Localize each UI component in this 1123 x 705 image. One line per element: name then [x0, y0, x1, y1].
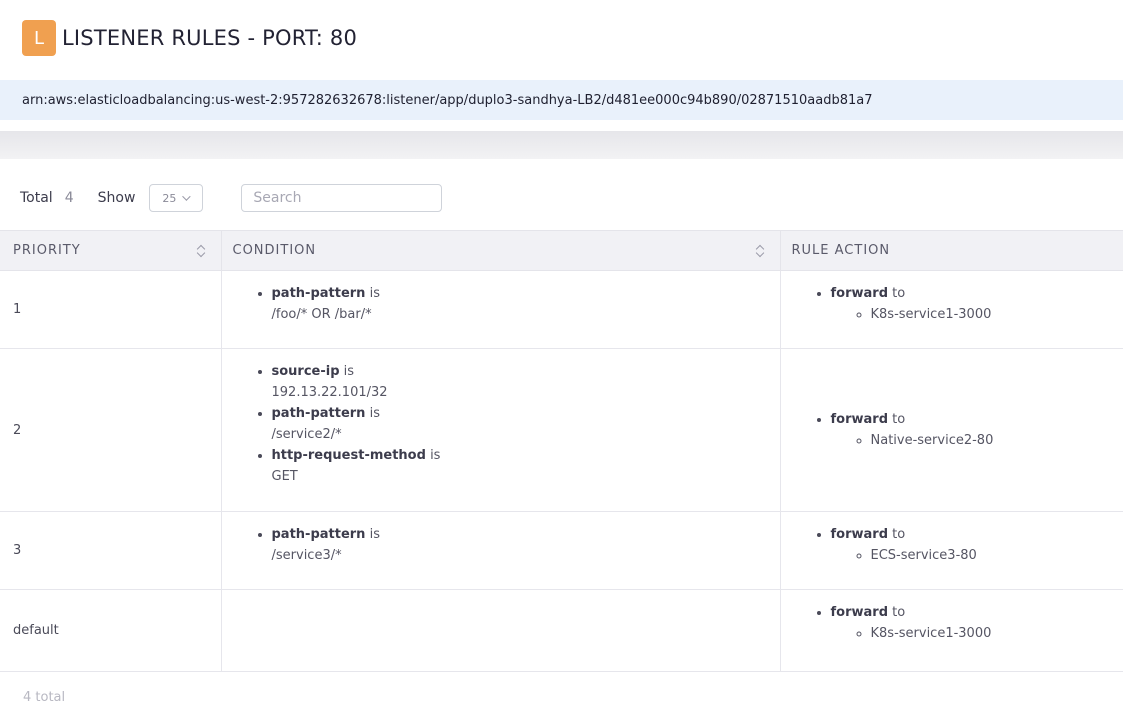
- footer-total: 4 total: [23, 690, 65, 705]
- arn-banner: arn:aws:elasticloadbalancing:us-west-2:9…: [0, 80, 1123, 120]
- condition-item: path-pattern is /foo/* OR /bar/*: [272, 283, 780, 325]
- sort-icon[interactable]: [197, 244, 205, 258]
- priority-cell: 2: [0, 349, 221, 512]
- target-list: ECS-service3-80: [831, 545, 1123, 566]
- condition-operator: is: [370, 527, 380, 542]
- action-operator: to: [892, 605, 905, 620]
- condition-field: path-pattern: [272, 406, 366, 421]
- action-item: forward to K8s-service1-3000: [831, 283, 1123, 325]
- priority-cell: default: [0, 590, 221, 672]
- condition-field: path-pattern: [272, 286, 366, 301]
- condition-item: path-pattern is /service2/*: [272, 403, 780, 445]
- condition-cell: [221, 590, 780, 672]
- action-type: forward: [831, 605, 889, 620]
- condition-list: path-pattern is /service3/*: [222, 524, 780, 566]
- priority-cell: 1: [0, 271, 221, 349]
- table-row: 1 path-pattern is /foo/* OR /bar/* forwa…: [0, 271, 1123, 349]
- condition-field: source-ip: [272, 364, 340, 379]
- condition-value: /foo/* OR /bar/*: [272, 307, 372, 322]
- action-cell: forward to K8s-service1-3000: [780, 271, 1123, 349]
- column-header-label: CONDITION: [233, 243, 317, 258]
- condition-operator: is: [344, 364, 354, 379]
- condition-field: path-pattern: [272, 527, 366, 542]
- condition-value: 192.13.22.101/32: [272, 385, 388, 400]
- page-header: L LISTENER RULES - PORT: 80: [22, 20, 357, 56]
- chevron-down-icon: [183, 192, 191, 200]
- action-operator: to: [892, 412, 905, 427]
- target-list: K8s-service1-3000: [831, 623, 1123, 644]
- action-cell: forward to ECS-service3-80: [780, 512, 1123, 590]
- column-header-condition[interactable]: CONDITION: [221, 231, 780, 271]
- action-target: ECS-service3-80: [871, 545, 1123, 566]
- condition-cell: path-pattern is /service3/*: [221, 512, 780, 590]
- section-divider: [0, 131, 1123, 159]
- show-label: Show: [98, 190, 136, 206]
- target-list: K8s-service1-3000: [831, 304, 1123, 325]
- table-row: default forward to K8s-service1-3000: [0, 590, 1123, 672]
- condition-item: path-pattern is /service3/*: [272, 524, 780, 566]
- condition-list: source-ip is 192.13.22.101/32 path-patte…: [222, 361, 780, 487]
- condition-item: http-request-method is GET: [272, 445, 780, 487]
- action-item: forward to Native-service2-80: [831, 409, 1123, 451]
- action-target: K8s-service1-3000: [871, 304, 1123, 325]
- action-target: K8s-service1-3000: [871, 623, 1123, 644]
- action-cell: forward to K8s-service1-3000: [780, 590, 1123, 672]
- action-type: forward: [831, 412, 889, 427]
- sort-icon[interactable]: [756, 244, 764, 258]
- action-list: forward to K8s-service1-3000: [781, 283, 1123, 325]
- column-header-rule-action: RULE ACTION: [780, 231, 1123, 271]
- total-label: Total: [20, 190, 53, 206]
- action-operator: to: [892, 527, 905, 542]
- column-header-label: PRIORITY: [13, 243, 81, 258]
- target-list: Native-service2-80: [831, 430, 1123, 451]
- condition-cell: source-ip is 192.13.22.101/32 path-patte…: [221, 349, 780, 512]
- condition-field: http-request-method: [272, 448, 426, 463]
- action-type: forward: [831, 527, 889, 542]
- column-header-label: RULE ACTION: [792, 243, 891, 258]
- action-cell: forward to Native-service2-80: [780, 349, 1123, 512]
- total-count: 4: [65, 190, 74, 206]
- condition-list: path-pattern is /foo/* OR /bar/*: [222, 283, 780, 325]
- action-item: forward to ECS-service3-80: [831, 524, 1123, 566]
- action-operator: to: [892, 286, 905, 301]
- listener-arn: arn:aws:elasticloadbalancing:us-west-2:9…: [22, 93, 872, 108]
- rules-table: PRIORITY CONDITION RULE ACTION 1 path-pa…: [0, 230, 1123, 672]
- page-title: LISTENER RULES - PORT: 80: [62, 26, 357, 50]
- priority-cell: 3: [0, 512, 221, 590]
- listener-badge-icon: L: [22, 20, 56, 56]
- action-list: forward to ECS-service3-80: [781, 524, 1123, 566]
- page-size-value: 25: [162, 192, 176, 205]
- action-list: forward to Native-service2-80: [781, 409, 1123, 451]
- condition-operator: is: [430, 448, 440, 463]
- search-input[interactable]: [241, 184, 442, 212]
- page-size-select[interactable]: 25: [149, 184, 203, 212]
- action-list: forward to K8s-service1-3000: [781, 602, 1123, 644]
- table-header-row: PRIORITY CONDITION RULE ACTION: [0, 231, 1123, 271]
- condition-cell: path-pattern is /foo/* OR /bar/*: [221, 271, 780, 349]
- condition-value: /service3/*: [272, 548, 342, 563]
- condition-operator: is: [370, 406, 380, 421]
- condition-item: source-ip is 192.13.22.101/32: [272, 361, 780, 403]
- table-controls: Total 4 Show 25: [20, 184, 442, 212]
- condition-operator: is: [370, 286, 380, 301]
- condition-value: GET: [272, 469, 298, 484]
- action-item: forward to K8s-service1-3000: [831, 602, 1123, 644]
- action-type: forward: [831, 286, 889, 301]
- table-row: 2 source-ip is 192.13.22.101/32 path-pat…: [0, 349, 1123, 512]
- condition-value: /service2/*: [272, 427, 342, 442]
- column-header-priority[interactable]: PRIORITY: [0, 231, 221, 271]
- action-target: Native-service2-80: [871, 430, 1123, 451]
- table-row: 3 path-pattern is /service3/* forward to: [0, 512, 1123, 590]
